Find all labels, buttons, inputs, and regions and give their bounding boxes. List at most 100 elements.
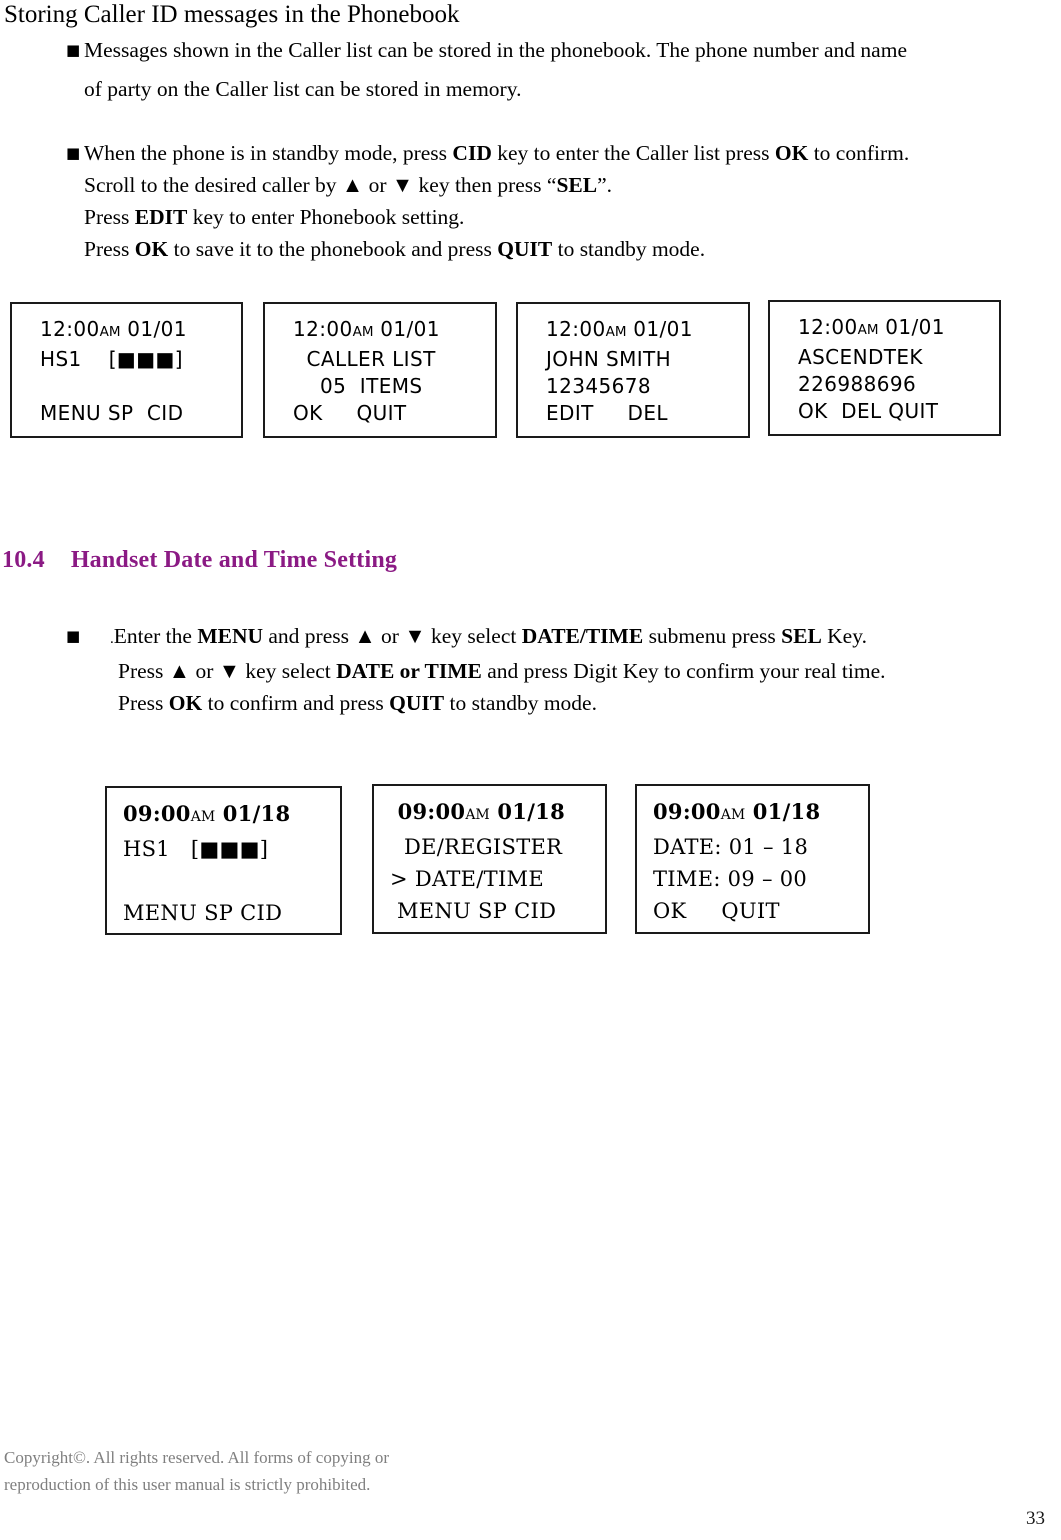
lcd-time: 12:00 [40, 317, 100, 341]
step1-t2: key to enter the Caller list press [491, 141, 775, 165]
lcd-line-4: OK QUIT [293, 401, 407, 425]
dt1-t1: Enter the [113, 624, 198, 648]
dt2-t2: or [190, 659, 219, 683]
bullet-glyph: ■ [66, 144, 81, 162]
bullet-glyph: ■ [66, 41, 81, 59]
step-line-2: Scroll to the desired caller by ▲ or ▼ k… [84, 169, 909, 201]
section-heading-10-4: 10.4 Handset Date and Time Setting [2, 547, 397, 574]
lcd-line-2: JOHN SMITH [546, 347, 672, 371]
key-ok-2: OK [134, 237, 169, 261]
lcd-date: 01/18 [489, 799, 565, 824]
key-ok: OK [168, 691, 203, 715]
bullet-line-1: Messages shown in the Caller list can be… [84, 38, 907, 62]
bullet-caller-steps: ■ When the phone is in standby mode, pre… [50, 137, 1061, 265]
arrow-up-icon-2: ▲ [168, 659, 191, 683]
bullet-caller-steps-text: When the phone is in standby mode, press… [84, 137, 909, 265]
dt3-t2: to confirm and press [202, 691, 390, 715]
lcd-date: 01/18 [745, 799, 821, 824]
key-edit: EDIT [134, 205, 188, 229]
lcd-line-1: 12:00AM 01/01 [798, 314, 999, 344]
lcd-line-1: 09:00AM 01/18 [123, 798, 340, 833]
dt2-t4: and press Digit Key to confirm your real… [481, 659, 886, 683]
lcd-line-2: DATE: 01 – 18 [653, 835, 809, 859]
key-sel: SEL [556, 173, 598, 197]
lcd-time: 09:00 [653, 799, 721, 824]
document-page: { "page": { "title": "Storing Caller ID … [0, 0, 1061, 1540]
bullet-datetime-steps: ■ .Enter the MENU and press ▲ or ▼ key s… [50, 620, 1060, 719]
bullet-square-icon: ■ [50, 34, 84, 66]
dt1-t4: key select [425, 624, 522, 648]
lcd-line-1: 12:00AM 01/01 [293, 316, 495, 346]
lcd-date: 01/01 [626, 317, 693, 341]
step2-t1: Scroll to the desired caller by [84, 173, 342, 197]
lcd-screen-date-time-edit: 09:00AM 01/18 DATE: 01 – 18 TIME: 09 – 0… [635, 784, 870, 934]
lcd-line-2: DE/REGISTER [390, 835, 563, 859]
key-quit: QUIT [389, 691, 445, 715]
dt-line-3: Press OK to confirm and press QUIT to st… [110, 687, 886, 719]
arrow-up-icon: ▲ [341, 173, 364, 197]
lcd-screen-caller-detail: 12:00AM 01/01 JOHN SMITH 12345678 EDIT D… [516, 302, 750, 438]
page-title: Storing Caller ID messages in the Phoneb… [4, 1, 460, 28]
step1-t1: When the phone is in standby mode, press [84, 141, 453, 165]
bullet-square-icon-3: ■ [50, 620, 84, 652]
arrow-down-icon-2: ▼ [218, 659, 241, 683]
step-line-3: Press EDIT key to enter Phonebook settin… [84, 201, 909, 233]
lcd-ampm: AM [352, 324, 374, 340]
lcd-line-4: EDIT DEL [546, 401, 668, 425]
lcd-line-1: 12:00AM 01/01 [546, 316, 748, 346]
lcd-screen-standby: 12:00AM 01/01 HS1 [■■■] MENU SP CID [10, 302, 243, 438]
lcd-date: 01/01 [373, 317, 440, 341]
key-sel: SEL [781, 624, 822, 648]
lcd-line-2: ASCENDTEK [798, 345, 923, 369]
arrow-down-icon: ▼ [391, 173, 414, 197]
dt1-t2: and press [263, 624, 355, 648]
page-number: 33 [1026, 1508, 1045, 1529]
dt3-t3: to standby mode. [444, 691, 597, 715]
dt1-t3: or [375, 624, 405, 648]
key-ok: OK [774, 141, 809, 165]
lcd-date: 01/01 [120, 317, 187, 341]
step4-t3: to standby mode. [552, 237, 706, 261]
step2-t3: key then press “ [413, 173, 557, 197]
step-line-1: When the phone is in standby mode, press… [84, 137, 909, 169]
step3-t1: Press [84, 205, 135, 229]
lcd-date: 01/01 [878, 315, 945, 339]
lcd-screen-handset-standby: 09:00AM 01/18 HS1 [■■■] MENU SP CID [105, 786, 342, 935]
lcd-ampm: AM [720, 807, 746, 823]
bullet-messages-stored: ■ Messages shown in the Caller list can … [50, 34, 1060, 113]
arrow-up-icon: ▲ [354, 624, 376, 648]
lcd-screen-caller-list: 12:00AM 01/01 CALLER LIST 05 ITEMS OK QU… [263, 302, 497, 438]
lcd-line-3: 12345678 [546, 374, 651, 398]
lcd-line-3: 05 ITEMS [293, 374, 423, 398]
dt1-t5: submenu press [643, 624, 782, 648]
key-quit: QUIT [497, 237, 553, 261]
bullet-datetime-text: .Enter the MENU and press ▲ or ▼ key sel… [84, 620, 886, 719]
lcd-line-4: OK DEL QUIT [798, 399, 939, 423]
lcd-line-1: 09:00AM 01/18 [653, 796, 868, 831]
lcd-time: 12:00 [798, 315, 858, 339]
footer-line-1: Copyright©. All rights reserved. All for… [4, 1448, 389, 1467]
lcd-line-3: TIME: 09 – 00 [653, 867, 808, 891]
step4-t1: Press [84, 237, 135, 261]
bullet-glyph: ■ [66, 627, 81, 645]
bullet-square-icon-2: ■ [50, 137, 84, 169]
lcd-screen-menu-datetime: 09:00AM 01/18 DE/REGISTER > DATE/TIME ME… [372, 784, 607, 934]
lcd-line-4: OK QUIT [653, 899, 780, 923]
step2-t2: or [363, 173, 392, 197]
lcd-time: 09:00 [123, 801, 191, 826]
lcd-ampm: AM [465, 807, 490, 823]
lcd-line-4: MENU SP CID [40, 401, 184, 425]
section-title: Handset Date and Time Setting [70, 547, 398, 573]
bullet-messages-text: Messages shown in the Caller list can be… [84, 34, 907, 113]
lcd-line-3: > DATE/TIME [390, 867, 544, 891]
key-cid: CID [452, 141, 492, 165]
lcd-line-1: 09:00AM 01/18 [390, 796, 605, 831]
step1-t3: to confirm. [808, 141, 910, 165]
step-line-4: Press OK to save it to the phonebook and… [84, 233, 909, 265]
footer-line-2: reproduction of this user manual is stri… [4, 1475, 371, 1494]
lcd-ampm: AM [605, 324, 627, 340]
menu-datetime: DATE/TIME [521, 624, 644, 648]
dt2-t1: Press [118, 659, 169, 683]
key-menu: MENU [197, 624, 264, 648]
dt2-t3: key select [240, 659, 337, 683]
